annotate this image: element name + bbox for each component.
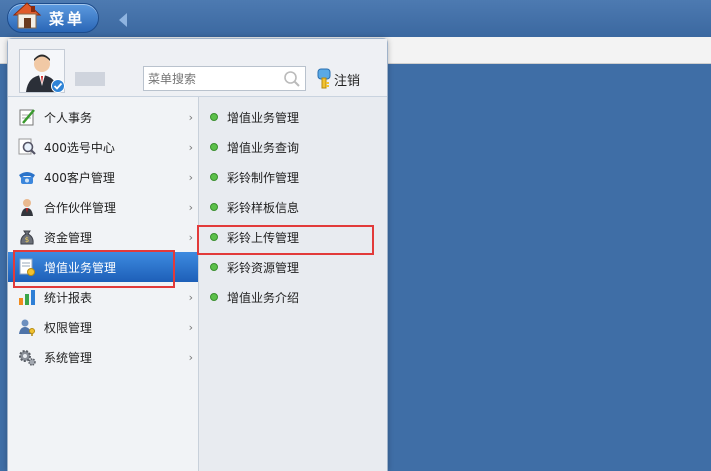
submenu-item-ringtone-templates[interactable]: 彩铃样板信息 <box>199 192 387 222</box>
user-key-icon <box>19 319 35 336</box>
chevron-right-icon: › <box>188 111 193 124</box>
menu-item-label: 统计报表 <box>44 290 93 305</box>
menu-item-fund-management[interactable]: $ 资金管理 › <box>8 222 198 252</box>
certificate-icon <box>19 258 35 276</box>
chevron-right-icon: › <box>188 141 193 154</box>
submenu-item-label: 彩铃上传管理 <box>227 230 300 245</box>
submenu-item-label: 彩铃制作管理 <box>227 170 300 185</box>
menu-item-label: 合作伙伴管理 <box>44 200 117 215</box>
menu-item-value-added-services[interactable]: 增值业务管理 › <box>8 252 208 282</box>
green-dot-icon <box>210 173 218 181</box>
menu-search-input[interactable] <box>144 67 274 90</box>
menu-button[interactable]: 菜单 <box>7 2 99 33</box>
start-menu-panel: 注销 个人事务 › 400选号中心 › <box>7 38 388 471</box>
menu-search-box[interactable] <box>143 66 306 91</box>
chevron-right-icon: › <box>188 231 193 244</box>
collapse-arrow-icon[interactable] <box>119 13 127 27</box>
submenu-item-ringtone-production[interactable]: 彩铃制作管理 <box>199 162 387 192</box>
menu-item-label: 个人事务 <box>44 110 93 125</box>
logout-button[interactable]: 注销 <box>316 68 360 90</box>
logout-key-icon <box>317 68 331 89</box>
top-bar: 菜单 <box>0 0 711 37</box>
menu-item-400-customer-management[interactable]: 400客户管理 › <box>8 162 198 192</box>
green-dot-icon <box>210 293 218 301</box>
gears-icon <box>19 350 36 366</box>
home-icon <box>12 2 42 29</box>
submenu-item-value-added-management[interactable]: 增值业务管理 <box>199 102 387 132</box>
green-dot-icon <box>210 233 218 241</box>
menu-item-label: 系统管理 <box>44 350 93 365</box>
svg-text:$: $ <box>25 236 29 244</box>
chevron-right-icon: › <box>188 201 193 214</box>
chevron-right-icon: › <box>188 291 193 304</box>
green-dot-icon <box>210 113 218 121</box>
submenu-item-label: 增值业务管理 <box>227 110 300 125</box>
submenu: 增值业务管理 增值业务查询 彩铃制作管理 彩铃样板信息 彩铃上传管理 彩铃资源管… <box>199 97 387 471</box>
green-dot-icon <box>210 143 218 151</box>
username-blurred <box>75 72 105 86</box>
chevron-right-icon: › <box>188 321 193 334</box>
bar-chart-icon <box>19 290 35 305</box>
submenu-item-label: 彩铃资源管理 <box>227 260 300 275</box>
menu-item-partner-management[interactable]: 合作伙伴管理 › <box>8 192 198 222</box>
menu-item-label: 权限管理 <box>44 320 93 335</box>
submenu-item-label: 增值业务查询 <box>227 140 300 155</box>
search-icon[interactable] <box>283 70 301 88</box>
primary-menu: 个人事务 › 400选号中心 › 400客户管理 › 合作伙伴管理 › $ 资金… <box>8 97 208 471</box>
magnifier-icon <box>18 138 36 155</box>
verified-badge-icon <box>51 79 65 93</box>
menu-item-400-number-center[interactable]: 400选号中心 › <box>8 132 198 162</box>
menu-item-label: 400客户管理 <box>44 170 115 185</box>
menu-item-label: 资金管理 <box>44 230 93 245</box>
menu-item-personal-affairs[interactable]: 个人事务 › <box>8 102 198 132</box>
logout-label: 注销 <box>334 73 361 89</box>
submenu-item-label: 彩铃样板信息 <box>227 200 300 215</box>
menu-item-statistics-reports[interactable]: 统计报表 › <box>8 282 198 312</box>
person-icon <box>21 199 33 216</box>
telephone-icon <box>19 172 35 184</box>
notepad-icon <box>19 109 35 126</box>
menu-label: 菜单 <box>49 9 86 28</box>
menu-header: 注销 <box>8 39 387 97</box>
submenu-item-value-added-intro[interactable]: 增值业务介绍 <box>199 282 387 312</box>
money-bag-icon: $ <box>20 230 34 245</box>
submenu-item-ringtone-resources[interactable]: 彩铃资源管理 <box>199 252 387 282</box>
menu-item-system-management[interactable]: 系统管理 › <box>8 342 198 372</box>
chevron-right-icon: › <box>188 351 193 364</box>
submenu-item-value-added-query[interactable]: 增值业务查询 <box>199 132 387 162</box>
menu-item-label: 增值业务管理 <box>44 260 117 275</box>
green-dot-icon <box>210 263 218 271</box>
submenu-item-ringtone-upload[interactable]: 彩铃上传管理 <box>199 222 387 252</box>
green-dot-icon <box>210 203 218 211</box>
chevron-right-icon: › <box>188 171 193 184</box>
submenu-item-label: 增值业务介绍 <box>227 290 300 305</box>
menu-item-label: 400选号中心 <box>44 140 115 155</box>
menu-item-permission-management[interactable]: 权限管理 › <box>8 312 198 342</box>
